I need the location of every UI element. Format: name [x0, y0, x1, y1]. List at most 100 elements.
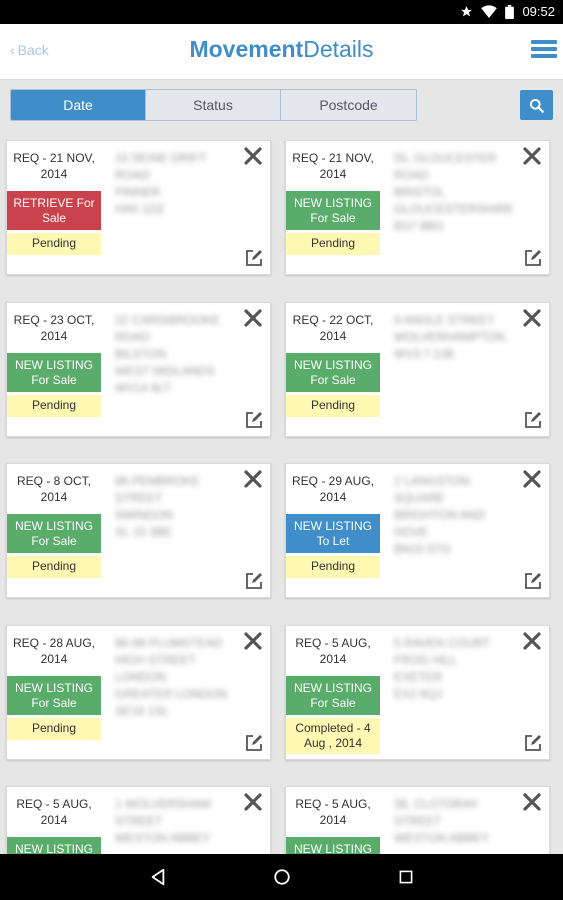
address-line: HIGH STREET [115, 653, 196, 667]
address-line: EXETER [394, 670, 443, 684]
address-line: BN15 5TG [394, 542, 451, 556]
close-icon[interactable] [523, 632, 541, 650]
sort-tabs: Date Status Postcode [10, 89, 417, 121]
movement-card[interactable]: REQ - 5 AUG, 2014NEW LISTINGFor SalePend… [285, 786, 550, 854]
progress-state: Pending [7, 233, 101, 255]
search-icon [529, 98, 544, 113]
status-line2: For Sale [310, 210, 356, 225]
status-line2: To Let [316, 533, 350, 548]
address-line: WV14 8LT [115, 381, 171, 395]
nav-home-button[interactable] [270, 865, 294, 889]
status-line1: NEW LISTING [14, 518, 93, 533]
property-address: 2 LANGSTON SQUARE BRIGHTON AND HOVE BN15 5TG [394, 473, 506, 558]
status-line2: For Sale [31, 695, 77, 710]
movement-card[interactable]: REQ - 29 AUG, 2014 NEW LISTING To Let Pendi… [285, 463, 550, 598]
edit-icon[interactable] [244, 410, 264, 430]
page-title-part1: Movement [189, 36, 304, 62]
search-button[interactable] [520, 90, 553, 120]
address-line: STREET [394, 814, 442, 828]
address-line: 1 WOLVERSHAM [115, 797, 211, 811]
nav-back-button[interactable] [146, 865, 170, 889]
listing-status-badge: RETRIEVE For Sale [7, 191, 101, 230]
star-icon [461, 6, 473, 17]
movement-card[interactable]: REQ - 5 AUG, 2014 NEW LISTING For Sale Comp… [285, 625, 550, 760]
status-line2: For Sale [310, 695, 356, 710]
nav-recents-button[interactable] [394, 865, 418, 889]
address-line: 86-88 PLUMSTEAD [115, 636, 223, 650]
close-icon[interactable] [244, 309, 262, 327]
listing-status-badge: NEW LISTINGFor Sale [7, 837, 101, 854]
movement-card[interactable]: REQ - 22 OCT, 2014 NEW LISTING For Sale Pen… [285, 302, 550, 437]
listing-status-badge: NEW LISTINGFor Sale [7, 353, 101, 392]
edit-icon[interactable] [244, 571, 264, 591]
edit-icon[interactable] [523, 571, 543, 591]
close-icon[interactable] [244, 632, 262, 650]
request-date: REQ - 8 OCT, 2014 [16, 474, 91, 504]
tab-postcode[interactable]: Postcode [281, 90, 416, 120]
request-date: REQ - 28 AUG, 2014 [12, 636, 96, 666]
address-line: GREATER LONDON [115, 687, 227, 701]
close-icon[interactable] [244, 793, 262, 811]
address-line: SE18 1SL [115, 704, 170, 718]
address-line: SL 15 3BE [115, 525, 172, 539]
address-line: BRISTOL [394, 185, 446, 199]
edit-icon[interactable] [523, 248, 543, 268]
listing-status-badge: NEW LISTINGFor Sale [286, 837, 380, 854]
address-line: 2 LANGSTON [394, 474, 470, 488]
listing-status-badge: NEW LISTINGFor Sale [286, 353, 380, 392]
address-line: SWINDON [115, 508, 173, 522]
status-line1: NEW LISTING [14, 841, 93, 855]
address-line: STREET [115, 491, 163, 505]
address-line: 9 ANGLE STREET [394, 313, 495, 327]
close-icon[interactable] [244, 147, 262, 165]
address-line: 86 PEMBROKE [115, 474, 200, 488]
address-line: BS7 8BG [394, 219, 445, 233]
close-icon[interactable] [523, 309, 541, 327]
address-line: HA5 1DZ [115, 202, 165, 216]
page-title: MovementDetails [0, 36, 563, 63]
address-line: EX2 6QJ [394, 687, 443, 701]
tab-date[interactable]: Date [11, 90, 146, 120]
status-line2: Sale [41, 210, 67, 225]
close-icon[interactable] [523, 147, 541, 165]
edit-icon[interactable] [244, 248, 264, 268]
hamburger-menu-icon[interactable] [531, 40, 557, 62]
status-bar: 09:52 [0, 0, 563, 24]
status-line1: NEW LISTING [293, 195, 372, 210]
address-line: ROAD [115, 330, 150, 344]
close-icon[interactable] [523, 793, 541, 811]
listing-status-badge: NEW LISTING To Let [286, 514, 380, 553]
address-line: 38, CLOTDRAY [394, 797, 479, 811]
property-address: 86 PEMBROKE STREET SWINDON SL 15 3BE [115, 473, 227, 541]
square-recents-icon [399, 870, 412, 884]
movement-card[interactable]: REQ - 8 OCT, 2014 NEW LISTING For Sale Pend… [6, 463, 271, 598]
status-line1: NEW LISTING [293, 357, 372, 372]
listing-status-badge: NEW LISTINGFor Sale [286, 676, 380, 715]
close-icon[interactable] [244, 470, 262, 488]
listing-status-badge: NEW LISTINGFor Sale [286, 191, 380, 230]
progress-state: Pending [7, 556, 101, 578]
edit-icon[interactable] [244, 733, 264, 753]
address-line: FROG HILL [394, 653, 458, 667]
property-address: 55, GLOUCESTER ROAD BRISTOL GLOUCESTERSHIRE… [394, 150, 513, 235]
movement-card[interactable]: REQ - 23 OCT, 2014 NEW LISTING For Sale Pen… [6, 302, 271, 437]
address-line: HOVE [394, 525, 429, 539]
wifi-icon [481, 5, 498, 18]
movement-card[interactable]: REQ - 21 NOV, 2014 NEW LISTING For Sale Pen… [285, 140, 550, 275]
progress-state: Pending [286, 233, 380, 255]
address-line: BRIGHTON AND [394, 508, 486, 522]
tab-status[interactable]: Status [146, 90, 281, 120]
movement-list: REQ - 21 NOV, 2014 RETRIEVE For Sale Pendin… [0, 140, 563, 854]
status-line2: For Sale [31, 533, 77, 548]
close-icon[interactable] [523, 470, 541, 488]
movement-card[interactable]: REQ - 28 AUG, 2014 NEW LISTING For Sale Pen… [6, 625, 271, 760]
movement-card[interactable]: REQ - 5 AUG, 2014NEW LISTINGFor SalePend… [6, 786, 271, 854]
edit-icon[interactable] [523, 410, 543, 430]
address-line: SQUARE [394, 491, 445, 505]
address-line: BILSTON [115, 347, 167, 361]
address-line: WESTON ABBEY [115, 831, 211, 845]
movement-card[interactable]: REQ - 21 NOV, 2014 RETRIEVE For Sale Pendin… [6, 140, 271, 275]
address-line: 15 SEINE DRIFT [115, 151, 207, 165]
listing-status-badge: NEW LISTINGFor Sale [7, 514, 101, 553]
edit-icon[interactable] [523, 733, 543, 753]
